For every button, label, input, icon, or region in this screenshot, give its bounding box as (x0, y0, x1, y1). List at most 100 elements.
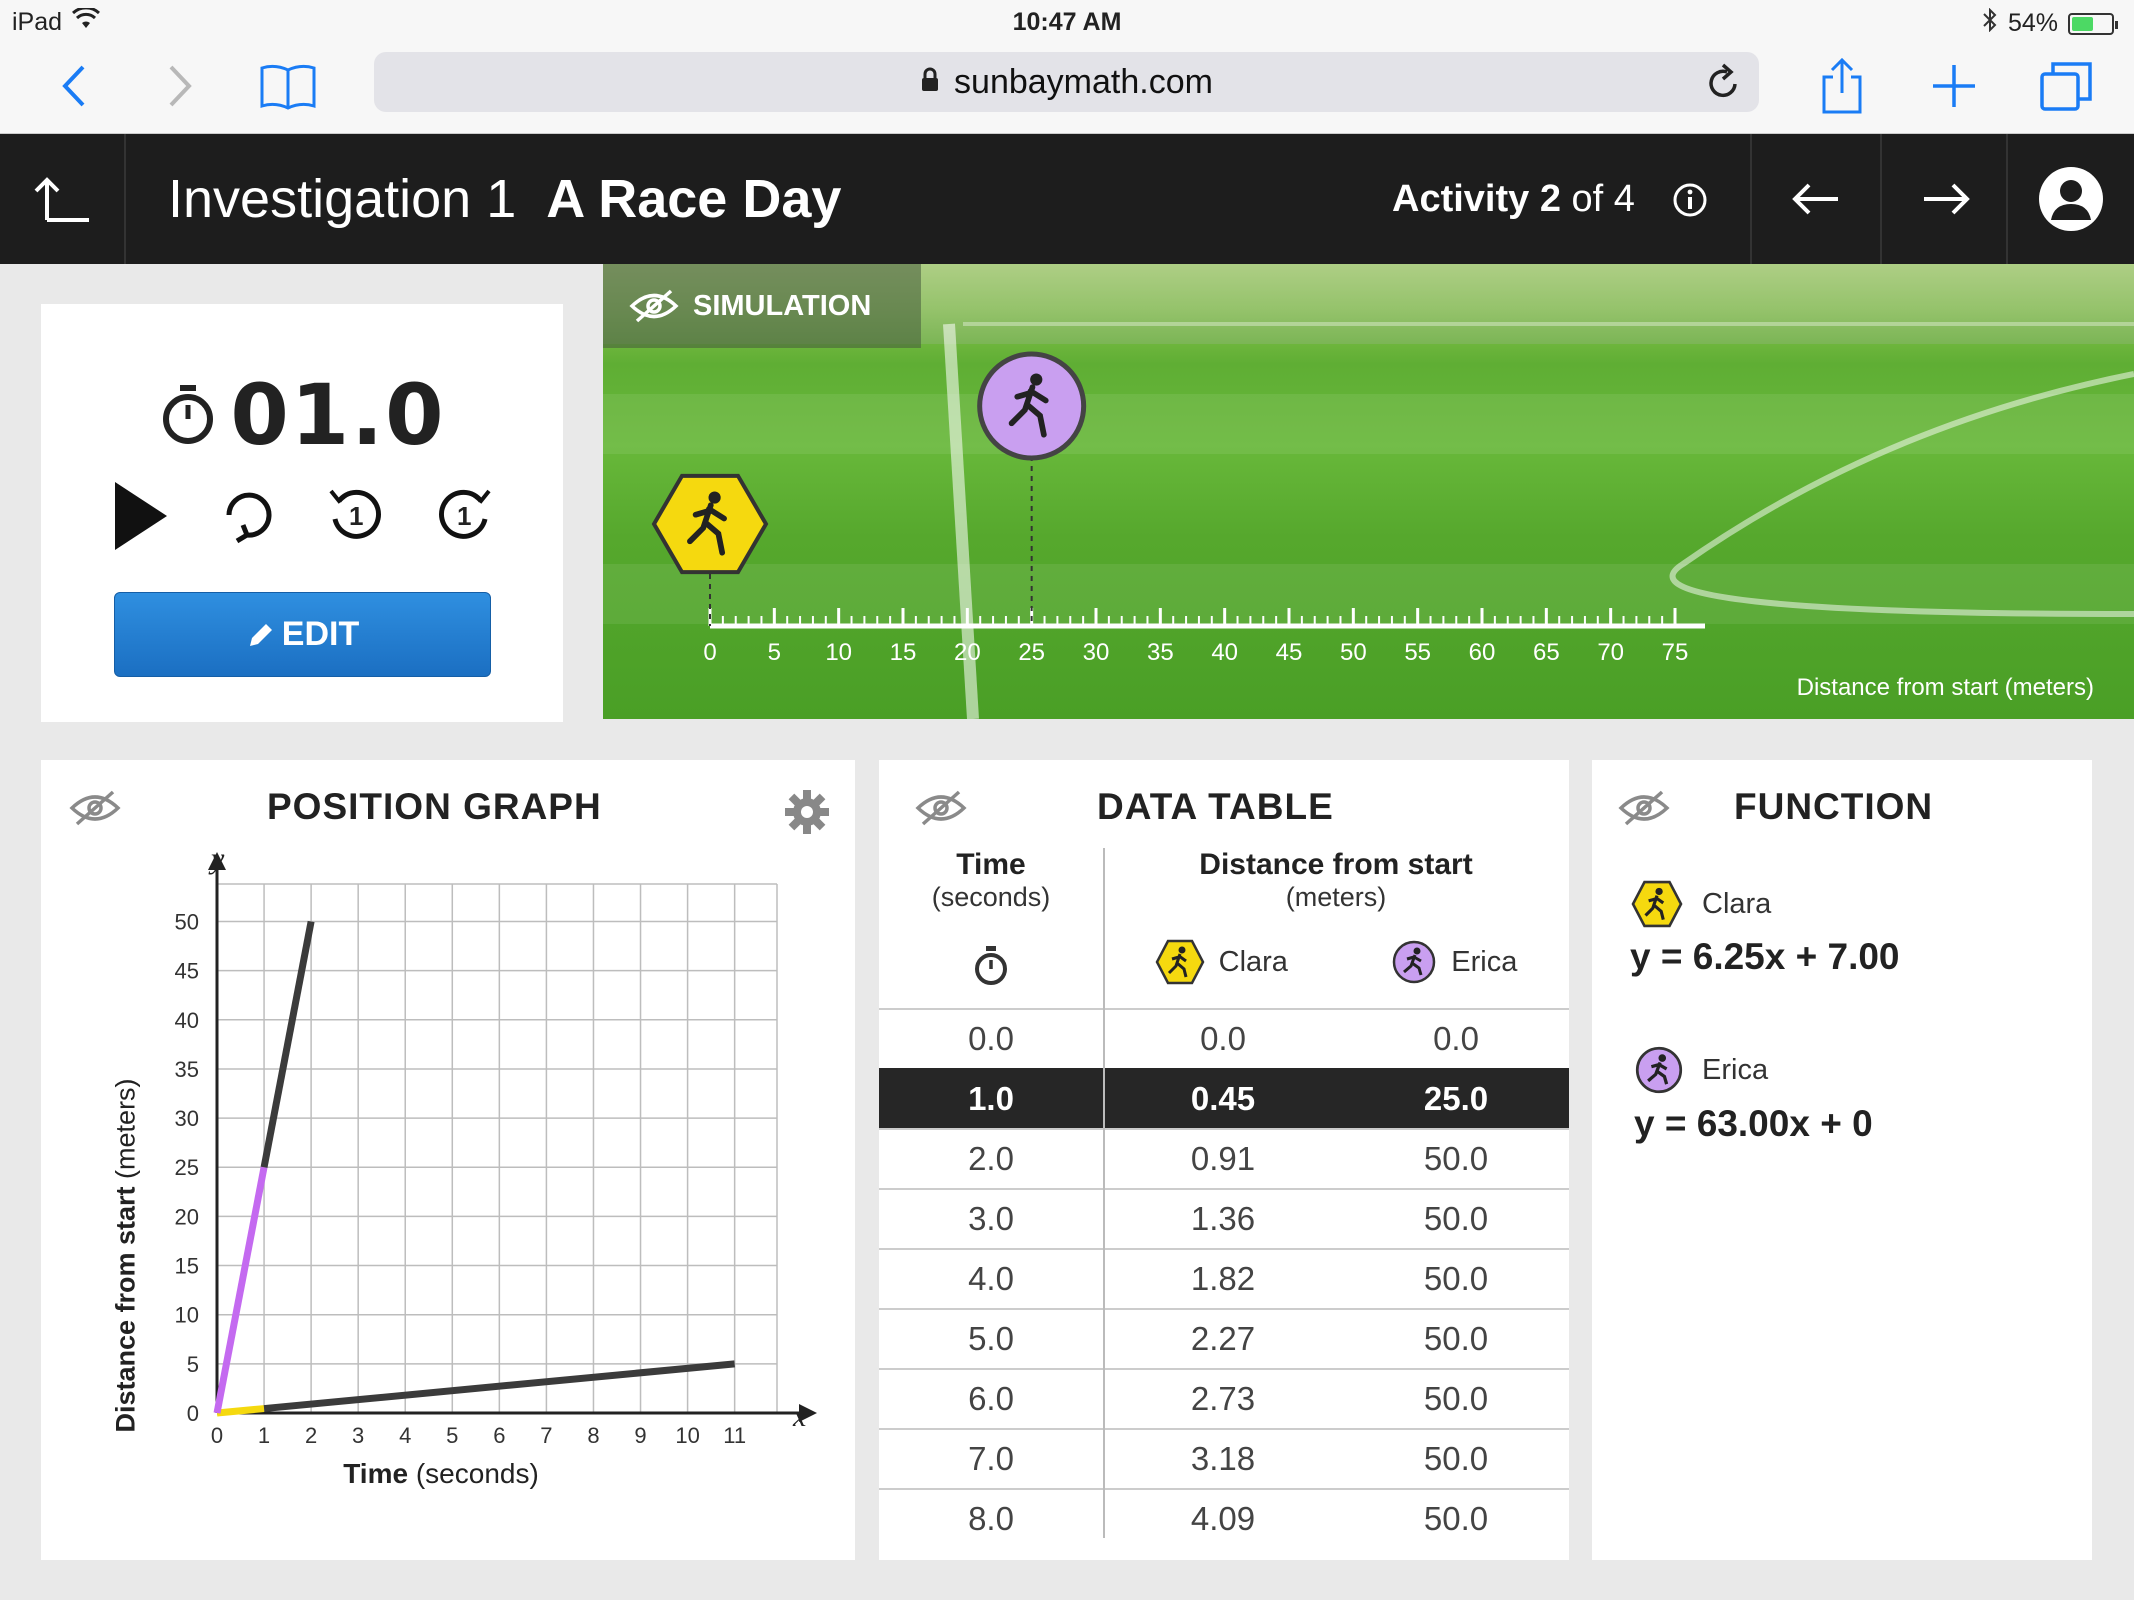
time-cell: 6.0 (968, 1380, 1014, 1417)
reload-icon[interactable] (1705, 62, 1741, 111)
track-tick-label: 0 (703, 639, 716, 666)
account-button[interactable] (2006, 134, 2134, 264)
function-entry-erica: Erica y = 63.00x + 0 (1634, 1045, 1873, 1145)
info-icon (1673, 183, 1707, 217)
table-row[interactable]: 3.0 1.36 50.0 (879, 1188, 1569, 1248)
address-bar[interactable]: sunbaymath.com (374, 52, 1759, 112)
play-button[interactable] (113, 480, 169, 557)
share-icon (1822, 57, 1862, 114)
step-forward-label: 1 (457, 501, 472, 531)
clara-distance-cell: 1.82 (1190, 1260, 1256, 1297)
track-tick-label: 30 (1083, 639, 1110, 666)
clara-distance-cell: 2.27 (1190, 1320, 1256, 1357)
y-tick-label: 5 (187, 1352, 199, 1377)
x-axis-label: Time (seconds) (216, 1458, 666, 1490)
stopwatch-icon (975, 946, 1007, 985)
table-row[interactable]: 2.0 0.91 50.0 (879, 1128, 1569, 1188)
status-bar: iPad 10:47 AM 54% (0, 0, 2134, 44)
info-button[interactable] (1672, 182, 1708, 223)
back-button[interactable] (44, 56, 104, 116)
column-divider (1103, 848, 1105, 1538)
x-tick-label: 5 (446, 1423, 458, 1448)
book-icon (260, 64, 316, 110)
x-tick-label: 11 (723, 1423, 746, 1448)
erica-series-segment[interactable] (260, 920, 315, 1168)
battery-level (2072, 16, 2093, 31)
page-title: Investigation 1 A Race Day (168, 168, 841, 230)
table-title: DATA TABLE (1097, 786, 1334, 827)
forward-button[interactable] (150, 56, 210, 116)
position-graph-panel: POSITION GRAPH 0 1 2 3 4 5 6 7 8 9 10 11 0 5 10 15 20 25 3… (41, 760, 855, 1560)
erica-distance-cell: 50.0 (1423, 1500, 1489, 1537)
pencil-icon (249, 623, 272, 646)
y-tick-label: 10 (175, 1303, 199, 1328)
x-tick-label: 7 (540, 1423, 552, 1448)
step-back-button[interactable]: 1 (327, 485, 385, 552)
lock-icon (920, 63, 940, 102)
y-tick-label: 30 (175, 1106, 199, 1131)
next-activity-button[interactable] (1880, 134, 2010, 264)
time-cell: 7.0 (968, 1440, 1014, 1477)
data-table-panel: DATA TABLE Time (seconds) Distance from … (879, 760, 1569, 1560)
clara-hexagon-icon (1155, 939, 1205, 985)
y-tick-label: 35 (175, 1057, 199, 1082)
track-axis-label: Distance from start (meters) (1796, 674, 2094, 701)
up-level-button[interactable] (0, 134, 126, 264)
investigation-label: Investigation 1 (168, 169, 517, 229)
eye-slash-icon[interactable] (1618, 790, 1670, 826)
x-variable: x (793, 1400, 807, 1433)
edit-button[interactable]: EDIT (114, 592, 491, 677)
erica-label: Erica (1451, 945, 1518, 978)
x-axis-label-main: Time (343, 1458, 409, 1489)
y-tick-label: 45 (175, 959, 199, 984)
track-tick-label: 65 (1533, 639, 1560, 666)
bookmarks-button[interactable] (258, 56, 318, 116)
erica-series-segment[interactable] (213, 1166, 268, 1414)
clara-distance-cell: 3.18 (1190, 1440, 1256, 1477)
share-button[interactable] (1812, 56, 1872, 116)
x-tick-label: 4 (399, 1423, 411, 1448)
timer-panel: 01.0 1 1 EDIT (41, 304, 563, 722)
track-tick-label: 45 (1276, 639, 1303, 666)
previous-activity-button[interactable] (1750, 134, 1880, 264)
clara-hexagon-icon (1631, 880, 1683, 928)
time-unit: (seconds) (931, 882, 1051, 912)
time-cell: 4.0 (968, 1260, 1014, 1297)
table-row[interactable]: 8.0 4.09 50.0 (879, 1488, 1569, 1548)
erica-distance-cell: 50.0 (1423, 1200, 1489, 1237)
step-forward-button[interactable]: 1 (435, 485, 493, 552)
table-row[interactable]: 1.0 0.45 25.0 (879, 1068, 1569, 1128)
x-tick-label: 10 (675, 1423, 699, 1448)
distance-track: 0 5 10 15 20 25 30 35 40 45 50 55 60 65 70 75 (651, 351, 1705, 666)
x-tick-label: 6 (493, 1423, 505, 1448)
table-row[interactable]: 0.0 0.0 0.0 (879, 1008, 1569, 1068)
y-tick-label: 20 (175, 1204, 199, 1229)
erica-circle-icon (1393, 940, 1436, 984)
track-tick-label: 50 (1340, 639, 1367, 666)
clara-equation: y = 6.25x + 7.00 (1630, 936, 1900, 977)
plus-icon (1933, 65, 1975, 107)
y-axis-label: Distance from start (meters) (111, 1021, 142, 1491)
y-tick-label: 50 (175, 909, 199, 934)
clara-label: Clara (1218, 945, 1288, 978)
table-row[interactable]: 5.0 2.27 50.0 (879, 1308, 1569, 1368)
erica-distance-cell: 50.0 (1423, 1380, 1489, 1417)
track-tick-label: 40 (1211, 639, 1238, 666)
table-row[interactable]: 4.0 1.82 50.0 (879, 1248, 1569, 1308)
eye-slash-icon[interactable] (915, 790, 967, 826)
activity-number: 2 (1539, 178, 1561, 220)
y-variable: y (211, 842, 225, 875)
table-row[interactable]: 7.0 3.18 50.0 (879, 1428, 1569, 1488)
tabs-button[interactable] (2036, 56, 2096, 116)
track-tick-label: 70 (1597, 639, 1624, 666)
track-tick-label: 35 (1147, 639, 1174, 666)
new-tab-button[interactable] (1924, 56, 1984, 116)
table-row[interactable]: 6.0 2.73 50.0 (879, 1368, 1569, 1428)
erica-distance-cell: 50.0 (1423, 1440, 1489, 1477)
x-tick-label: 8 (587, 1423, 599, 1448)
function-panel: FUNCTION Clara y = 6.25x + 7.00 Erica y … (1592, 760, 2092, 1560)
position-graph[interactable]: 0 1 2 3 4 5 6 7 8 9 10 1105101520253035404550 (41, 760, 855, 1560)
table-header: Time (seconds) Distance from start (mete… (879, 848, 1569, 1008)
reset-button[interactable] (219, 485, 277, 552)
clara-series-segment[interactable] (216, 1405, 265, 1417)
